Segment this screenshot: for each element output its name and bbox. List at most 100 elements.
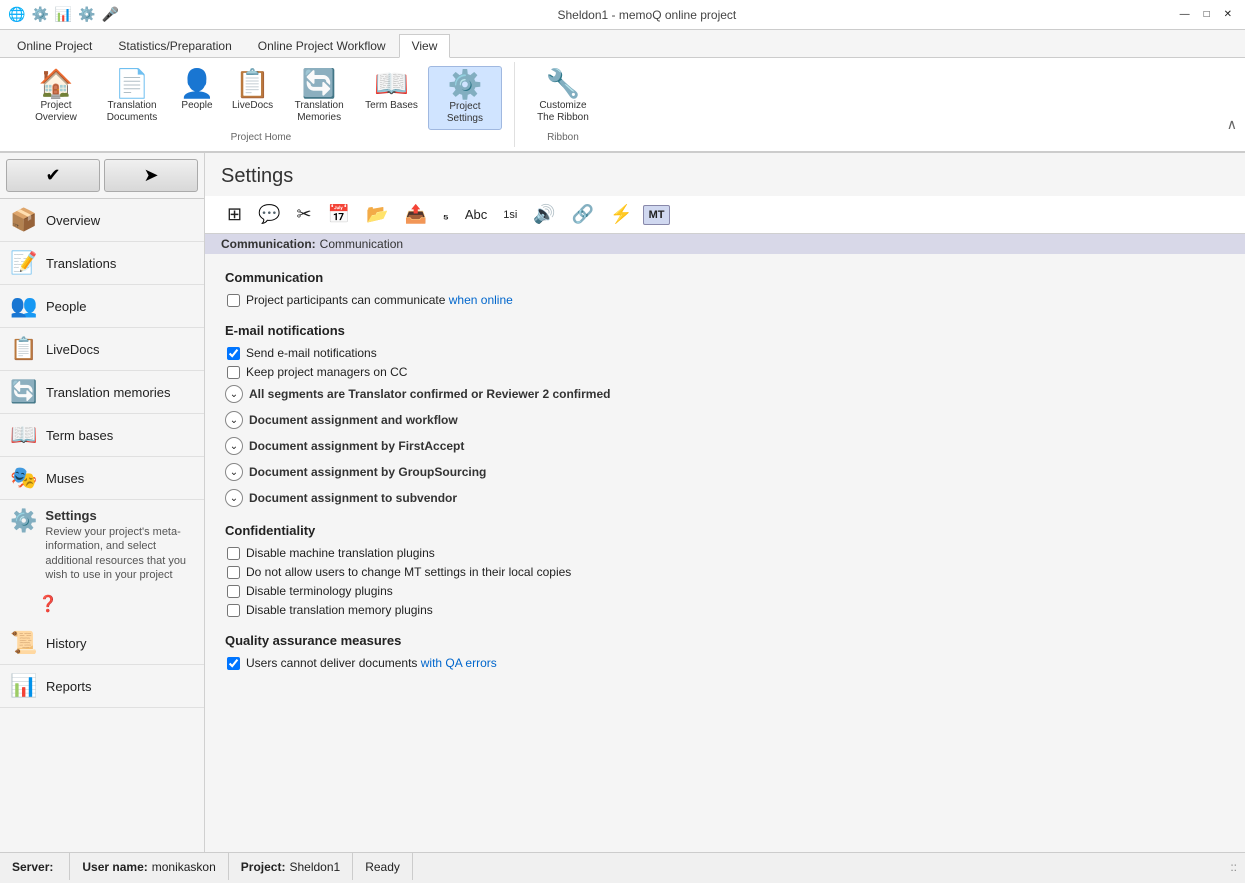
- label-conf2[interactable]: Do not allow users to change MT settings…: [246, 565, 571, 579]
- sidebar-item-history[interactable]: 📜 History: [0, 622, 204, 665]
- content-area: Settings ⊞ 💬 ✂ 📅 📂 📤 ₅ Abc 1si 🔊 🔗 ⚡ MT …: [205, 153, 1245, 852]
- ribbon-item-term-bases[interactable]: 📖 Term Bases: [359, 66, 424, 116]
- app-icon-5[interactable]: 🎤: [102, 6, 119, 23]
- sidebar-item-settings[interactable]: ⚙️ Settings Review your project's meta-i…: [0, 500, 204, 590]
- toolbar-icon-folder[interactable]: 📂: [360, 200, 394, 229]
- sidebar-item-translation-memories[interactable]: 🔄 Translation memories: [0, 371, 204, 414]
- ribbon-item-translation-documents[interactable]: 📄 Translation Documents: [96, 66, 168, 128]
- checkbox-qa1[interactable]: [227, 657, 240, 670]
- sidebar-forward-button[interactable]: ➤: [104, 159, 198, 192]
- label-conf4[interactable]: Disable translation memory plugins: [246, 603, 433, 617]
- app-icon-1[interactable]: 🌐: [8, 6, 25, 23]
- collapsible-row-4: ⌄ Document assignment by GroupSourcing: [225, 463, 1225, 481]
- toolbar-icon-grid[interactable]: ⊞: [221, 200, 248, 229]
- collapse-btn-3[interactable]: ⌄: [225, 437, 243, 455]
- toolbar-icon-sound[interactable]: 🔊: [527, 200, 561, 229]
- sidebar-muses-label: Muses: [46, 471, 84, 486]
- ribbon-item-project-overview[interactable]: 🏠 Project Overview: [20, 66, 92, 128]
- collapse-btn-4[interactable]: ⌄: [225, 463, 243, 481]
- checkbox-row-conf3: Disable terminology plugins: [225, 584, 1225, 598]
- help-icon[interactable]: ❓: [38, 594, 58, 614]
- checkbox-conf2[interactable]: [227, 566, 240, 579]
- checkbox-email1[interactable]: [227, 347, 240, 360]
- translations-icon: 📝: [10, 250, 38, 276]
- toolbar-icon-calendar[interactable]: 📅: [322, 200, 356, 229]
- checkbox-conf4[interactable]: [227, 604, 240, 617]
- toolbar-icon-chat[interactable]: 💬: [252, 200, 286, 229]
- sidebar-back-button[interactable]: ✔: [6, 159, 100, 192]
- tab-view[interactable]: View: [399, 34, 451, 58]
- tab-workflow[interactable]: Online Project Workflow: [245, 34, 399, 57]
- sidebar-livedocs-label: LiveDocs: [46, 342, 99, 357]
- statusbar-username: User name: monikaskon: [70, 853, 228, 880]
- sidebar-settings-icon: ⚙️: [10, 508, 37, 534]
- sidebar-history-icon: 📜: [10, 630, 38, 656]
- sidebar-item-term-bases[interactable]: 📖 Term bases: [0, 414, 204, 457]
- toolbar-icon-numbers[interactable]: ₅: [437, 203, 455, 226]
- label-email1[interactable]: Send e-mail notifications: [246, 346, 377, 360]
- checkbox-conf3[interactable]: [227, 585, 240, 598]
- label-comm1[interactable]: Project participants can communicate whe…: [246, 293, 513, 307]
- tab-online-project[interactable]: Online Project: [4, 34, 105, 57]
- people-icon: 👤: [180, 70, 215, 98]
- close-button[interactable]: ✕: [1219, 7, 1237, 22]
- app-icon-4[interactable]: ⚙️: [78, 6, 95, 23]
- sidebar-item-reports[interactable]: 📊 Reports: [0, 665, 204, 708]
- statusbar-server: Server:: [8, 853, 70, 880]
- toolbar-icon-upload[interactable]: 📤: [398, 200, 432, 229]
- translation-memories-icon: 🔄: [302, 70, 337, 98]
- label-conf1[interactable]: Disable machine translation plugins: [246, 546, 435, 560]
- label-qa1[interactable]: Users cannot deliver documents with QA e…: [246, 656, 497, 670]
- checkbox-row-email1: Send e-mail notifications: [225, 346, 1225, 360]
- label-conf3[interactable]: Disable terminology plugins: [246, 584, 393, 598]
- ribbon-item-people[interactable]: 👤 People: [172, 66, 222, 116]
- ribbon-item-customize[interactable]: 🔧 Customize The Ribbon: [527, 66, 599, 128]
- ribbon-item-project-settings[interactable]: ⚙️ Project Settings: [428, 66, 502, 130]
- titlebar: 🌐 ⚙️ 📊 ⚙️ 🎤 Sheldon1 - memoQ online proj…: [0, 0, 1245, 30]
- sidebar-item-people[interactable]: 👥 People: [0, 285, 204, 328]
- maximize-button[interactable]: □: [1199, 7, 1215, 22]
- ribbon-collapse-button[interactable]: ∧: [1227, 116, 1237, 133]
- settings-content: Communication Project participants can c…: [205, 254, 1245, 691]
- collapsible-label-2: Document assignment and workflow: [249, 413, 458, 427]
- toolbar-icon-lightning[interactable]: ⚡: [604, 200, 638, 229]
- ribbon-items-ribbon: 🔧 Customize The Ribbon: [527, 66, 599, 130]
- minimize-button[interactable]: —: [1175, 7, 1195, 22]
- checkbox-comm1[interactable]: [227, 294, 240, 307]
- toolbar-icon-si[interactable]: 1si: [497, 205, 523, 225]
- ribbon-item-translation-memories[interactable]: 🔄 Translation Memories: [283, 66, 355, 128]
- sidebar: ✔ ➤ 📦 Overview 📝 Translations 👥 People 📋…: [0, 153, 205, 852]
- app-icon-2[interactable]: ⚙️: [31, 6, 48, 23]
- section-title-communication: Communication: [225, 270, 1225, 285]
- sidebar-item-livedocs[interactable]: 📋 LiveDocs: [0, 328, 204, 371]
- ribbon-group-label-project-home: Project Home: [231, 132, 292, 143]
- checkbox-conf1[interactable]: [227, 547, 240, 560]
- toolbar-icon-scissors[interactable]: ✂: [291, 200, 318, 229]
- server-label: Server:: [12, 860, 53, 874]
- collapse-btn-2[interactable]: ⌄: [225, 411, 243, 429]
- window-title: Sheldon1 - memoQ online project: [119, 8, 1174, 22]
- toolbar-icon-abc[interactable]: Abc: [459, 203, 493, 226]
- sidebar-people-label: People: [46, 299, 86, 314]
- project-label: Project:: [241, 860, 286, 874]
- sidebar-history-label: History: [46, 636, 86, 651]
- sidebar-item-overview[interactable]: 📦 Overview: [0, 199, 204, 242]
- collapsible-row-5: ⌄ Document assignment to subvendor: [225, 489, 1225, 507]
- collapse-btn-5[interactable]: ⌄: [225, 489, 243, 507]
- collapse-btn-1[interactable]: ⌄: [225, 385, 243, 403]
- link-when-online[interactable]: when online: [449, 293, 513, 307]
- toolbar-icon-mt[interactable]: MT: [643, 205, 671, 225]
- toolbar-icon-link[interactable]: 🔗: [566, 200, 600, 229]
- sidebar-item-muses[interactable]: 🎭 Muses: [0, 457, 204, 500]
- ribbon-item-livedocs[interactable]: 📋 LiveDocs: [226, 66, 279, 116]
- overview-label: Overview: [46, 213, 100, 228]
- label-email2[interactable]: Keep project managers on CC: [246, 365, 407, 379]
- statusbar-project: Project: Sheldon1: [229, 853, 353, 880]
- statusbar-status: Ready: [353, 853, 413, 880]
- link-qa-errors[interactable]: with QA errors: [421, 656, 497, 670]
- checkbox-email2[interactable]: [227, 366, 240, 379]
- sidebar-item-translations[interactable]: 📝 Translations: [0, 242, 204, 285]
- app-icon-3[interactable]: 📊: [55, 6, 72, 23]
- term-bases-label: Term Bases: [365, 100, 418, 112]
- tab-statistics[interactable]: Statistics/Preparation: [105, 34, 244, 57]
